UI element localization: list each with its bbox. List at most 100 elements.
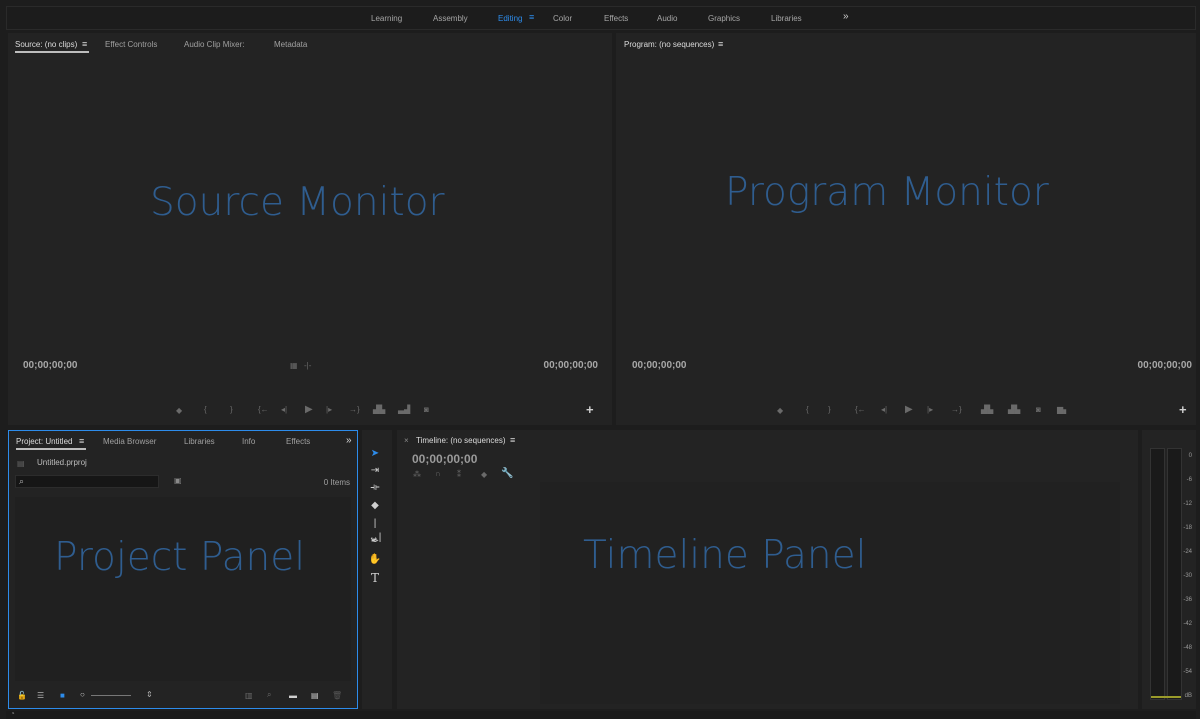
- find-icon[interactable]: ⌕: [267, 690, 271, 700]
- hand-tool-icon[interactable]: ✋: [368, 553, 382, 567]
- play-icon[interactable]: ▶: [305, 404, 313, 415]
- workspace-audio[interactable]: Audio: [657, 14, 677, 23]
- mark-in-icon[interactable]: {: [204, 405, 207, 414]
- slip-tool-icon[interactable]: |↔|: [368, 517, 382, 543]
- settings-wrench-icon[interactable]: 🔧: [501, 468, 513, 479]
- selection-tool-icon[interactable]: ➤: [368, 447, 382, 461]
- tab-audio-clip-mixer[interactable]: Audio Clip Mixer:: [184, 40, 244, 49]
- step-forward-icon[interactable]: |▸: [927, 405, 933, 414]
- source-timecode-out: 00;00;00;00: [543, 360, 598, 371]
- go-to-out-icon[interactable]: →}: [951, 405, 962, 414]
- timeline-panel: × Timeline: (no sequences) ≡ 00;00;00;00…: [397, 430, 1138, 709]
- camera-icon[interactable]: ◙: [424, 405, 429, 414]
- linked-selection-icon[interactable]: ⁑: [457, 470, 461, 479]
- panel-menu-icon[interactable]: ≡: [718, 39, 723, 49]
- meter-floor-indicator: [1151, 696, 1181, 698]
- project-file-icon: ▤: [17, 459, 25, 468]
- lock-icon[interactable]: 🔓: [17, 691, 27, 700]
- insert-clip-icon[interactable]: ▟▙: [373, 405, 385, 414]
- go-to-in-icon[interactable]: {←: [855, 405, 866, 414]
- tab-info[interactable]: Info: [242, 437, 255, 446]
- automate-to-sequence-icon[interactable]: ▥: [245, 691, 253, 700]
- new-item-icon[interactable]: ▤: [311, 691, 319, 700]
- zoom-slider-track[interactable]: [91, 695, 131, 696]
- db-label: -30: [1183, 573, 1192, 579]
- lift-icon[interactable]: ▟▙: [981, 405, 993, 414]
- tab-libraries[interactable]: Libraries: [184, 437, 215, 446]
- workspace-overflow-icon[interactable]: »: [843, 11, 849, 22]
- step-back-icon[interactable]: ◂|: [881, 405, 887, 414]
- trash-icon[interactable]: 🗑: [332, 691, 342, 700]
- tab-metadata[interactable]: Metadata: [274, 40, 307, 49]
- tools-panel: ➤ ⇥ ⟛ ◆ |↔| ✒ ✋ T: [362, 430, 392, 709]
- marker-icon[interactable]: ◆: [176, 406, 182, 415]
- mark-out-icon[interactable]: }: [230, 405, 233, 414]
- insert-icon[interactable]: -|-: [304, 361, 311, 370]
- new-bin-icon[interactable]: ▬: [289, 691, 297, 700]
- snap-icon[interactable]: ∩: [435, 469, 441, 478]
- track-select-tool-icon[interactable]: ⇥: [368, 464, 382, 478]
- nest-icon[interactable]: ⁂: [413, 470, 421, 479]
- timeline-timecode[interactable]: 00;00;00;00: [412, 452, 477, 466]
- mark-in-icon[interactable]: {: [806, 405, 809, 414]
- tab-project[interactable]: Project: Untitled: [16, 437, 72, 446]
- db-label: -18: [1183, 525, 1192, 531]
- add-button-icon[interactable]: +: [1179, 402, 1187, 417]
- status-bar: ◔: [6, 709, 1196, 719]
- program-timecode-out: 00;00;00;00: [1137, 360, 1192, 371]
- panel-menu-icon[interactable]: ≡: [79, 436, 84, 446]
- list-view-icon[interactable]: ☰: [37, 691, 44, 700]
- search-input[interactable]: ⌕: [15, 475, 159, 488]
- db-label: dB: [1184, 693, 1192, 699]
- project-content-area[interactable]: Project Panel: [15, 497, 351, 681]
- overwrite-clip-icon[interactable]: ▃▟: [398, 405, 410, 414]
- tab-timeline[interactable]: Timeline: (no sequences): [416, 436, 506, 445]
- timeline-track-area[interactable]: [540, 482, 1120, 704]
- ripple-edit-tool-icon[interactable]: ⟛: [368, 481, 382, 495]
- marker-icon[interactable]: ◆: [777, 406, 783, 415]
- workspace-learning[interactable]: Learning: [371, 14, 402, 23]
- add-marker-icon[interactable]: ◆: [481, 470, 487, 479]
- step-back-icon[interactable]: ◂|: [281, 405, 287, 414]
- workspace-graphics[interactable]: Graphics: [708, 14, 740, 23]
- type-tool-icon[interactable]: T: [368, 571, 382, 585]
- audio-meter-right: [1167, 448, 1182, 700]
- tab-effect-controls[interactable]: Effect Controls: [105, 40, 157, 49]
- pen-tool-icon[interactable]: ✒: [368, 535, 382, 549]
- mark-out-icon[interactable]: }: [828, 405, 831, 414]
- tab-effects[interactable]: Effects: [286, 437, 310, 446]
- program-monitor-label: Program Monitor: [725, 170, 1049, 215]
- icon-view-icon[interactable]: ■: [60, 691, 65, 700]
- panel-menu-icon[interactable]: ≡: [82, 39, 87, 49]
- step-forward-icon[interactable]: |▸: [326, 405, 332, 414]
- source-timecode-in[interactable]: 00;00;00;00: [23, 360, 77, 371]
- extract-icon[interactable]: ▟▙: [1008, 405, 1020, 414]
- camera-icon[interactable]: ◙: [1036, 405, 1041, 414]
- workspace-effects[interactable]: Effects: [604, 14, 628, 23]
- panel-menu-icon[interactable]: ≡: [510, 435, 515, 445]
- tab-active-indicator: [15, 51, 89, 53]
- tab-active-indicator: [16, 448, 86, 450]
- tab-source[interactable]: Source: (no clips): [15, 40, 77, 49]
- workspace-libraries[interactable]: Libraries: [771, 14, 802, 23]
- comparison-view-icon[interactable]: ▆▖: [1057, 405, 1069, 414]
- zoom-slider-handle[interactable]: ○: [80, 690, 85, 699]
- go-to-in-icon[interactable]: {←: [258, 405, 269, 414]
- add-button-icon[interactable]: +: [586, 402, 594, 417]
- tab-media-browser[interactable]: Media Browser: [103, 437, 156, 446]
- workspace-editing[interactable]: Editing: [498, 14, 522, 23]
- workspace-color[interactable]: Color: [553, 14, 572, 23]
- close-tab-icon[interactable]: ×: [404, 436, 409, 445]
- play-icon[interactable]: ▶: [905, 404, 913, 415]
- workspace-menu-icon[interactable]: ≡: [529, 12, 534, 22]
- razor-tool-icon[interactable]: ◆: [368, 499, 382, 513]
- workspace-assembly[interactable]: Assembly: [433, 14, 468, 23]
- drop-frame-icon[interactable]: ▦: [290, 361, 298, 370]
- new-search-bin-icon[interactable]: ▣: [174, 476, 182, 485]
- program-timecode-in[interactable]: 00;00;00;00: [632, 360, 686, 371]
- source-monitor-label: Source Monitor: [150, 180, 445, 225]
- tab-overflow-icon[interactable]: »: [346, 435, 352, 446]
- sort-icon[interactable]: ⇕: [146, 690, 153, 699]
- go-to-out-icon[interactable]: →}: [349, 405, 360, 414]
- tab-program[interactable]: Program: (no sequences): [624, 40, 714, 49]
